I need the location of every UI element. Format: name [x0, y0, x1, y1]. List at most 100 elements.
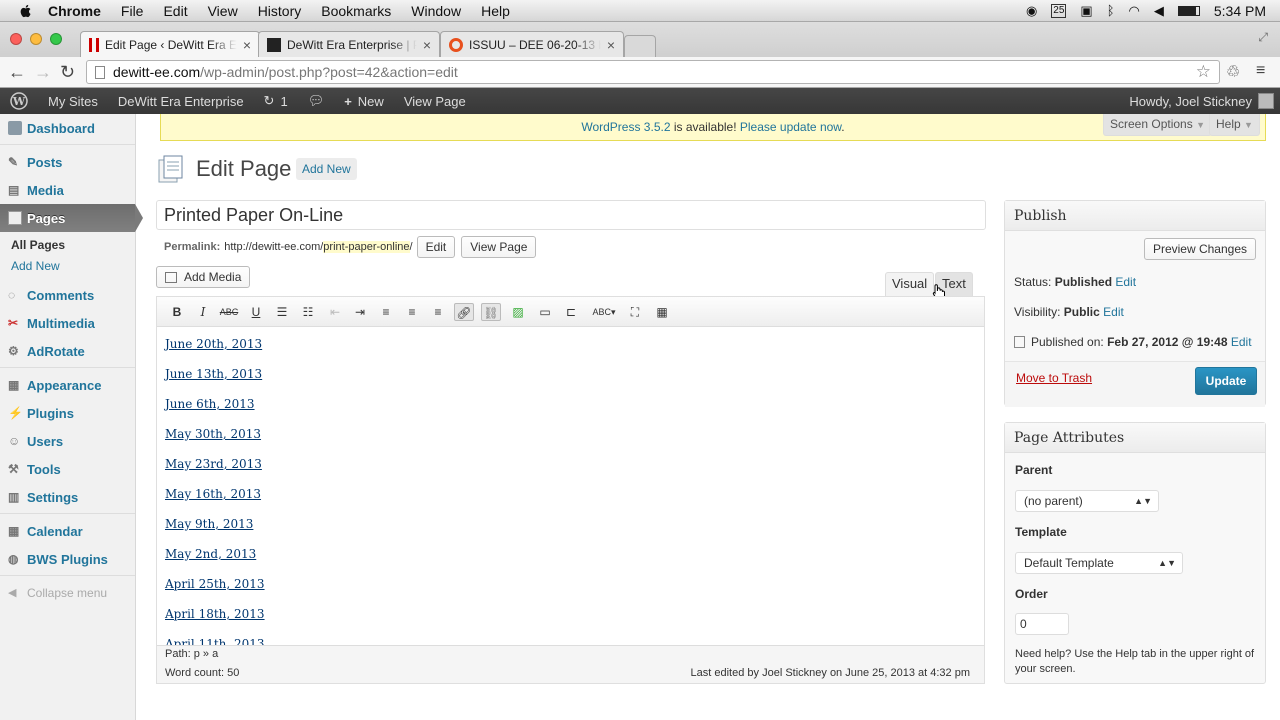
permalink-slug[interactable]: print-paper-online [323, 241, 410, 253]
issue-link[interactable]: June 20th, 2013 [165, 337, 265, 367]
align-left-icon[interactable]: ≡ [376, 303, 396, 321]
menu-bookmarks[interactable]: Bookmarks [321, 3, 391, 19]
unlink-icon[interactable]: ⛓ [481, 303, 501, 321]
issue-link[interactable]: May 9th, 2013 [165, 517, 265, 547]
spellcheck-icon[interactable]: ABC▾ [589, 303, 619, 321]
permalink-edit-button[interactable]: Edit [416, 236, 456, 258]
tab-visual[interactable]: Visual [885, 272, 935, 296]
preview-changes-button[interactable]: Preview Changes [1143, 238, 1256, 260]
bookmark-star-icon[interactable]: ☆ [1196, 62, 1211, 82]
issue-link[interactable]: June 6th, 2013 [165, 397, 265, 427]
chrome-menu-icon[interactable]: ≡ [1256, 62, 1265, 80]
post-title-input[interactable]: Printed Paper On-Line [156, 200, 986, 230]
order-input[interactable]: 0 [1015, 613, 1069, 635]
sidebar-item-media[interactable]: ▤ Media [0, 176, 135, 204]
close-tab-icon[interactable]: × [423, 37, 431, 53]
edit-date-link[interactable]: Edit [1231, 335, 1252, 349]
help-button[interactable]: Help ▼ [1209, 114, 1260, 136]
volume-icon[interactable]: ◀ [1154, 3, 1164, 19]
bullet-list-icon[interactable]: ☰ [272, 303, 292, 321]
image-icon[interactable]: ▨ [508, 303, 528, 321]
insert-link-icon[interactable]: 🔗︎ [454, 303, 474, 321]
updates-link[interactable]: ↻ 1 [254, 88, 298, 114]
sidebar-item-comments[interactable]: ◌ Comments [0, 281, 135, 309]
close-tab-icon[interactable]: × [243, 37, 251, 53]
kitchen-sink-icon[interactable]: ▦ [652, 303, 672, 321]
outdent-icon[interactable]: ⇤ [325, 303, 345, 321]
sidebar-item-adrotate[interactable]: ⚙ AdRotate [0, 337, 135, 365]
address-bar[interactable]: dewitt-ee.com/wp-admin/post.php?post=42&… [86, 60, 1220, 84]
fullscreen-icon[interactable]: ⛶ [625, 303, 645, 321]
browser-tab[interactable]: Edit Page ‹ DeWitt Era Enterprise × [80, 31, 260, 58]
calendar-icon[interactable]: 25 [1051, 3, 1067, 18]
zoom-window-icon[interactable] [50, 33, 62, 45]
sidebar-item-settings[interactable]: ▥ Settings [0, 483, 135, 511]
browser-tab[interactable]: ISSUU – DEE 06-20-13 by DeWitt × [440, 31, 624, 57]
extension-icon[interactable]: ♲ [1226, 62, 1240, 82]
strikethrough-button[interactable]: ABC [219, 303, 239, 321]
wordpress-logo-icon[interactable]: W [0, 88, 38, 114]
italic-button[interactable]: I [193, 303, 213, 321]
update-button[interactable]: Update [1195, 367, 1257, 395]
menu-help[interactable]: Help [481, 3, 510, 19]
sidebar-item-posts[interactable]: ✎ Posts [0, 148, 135, 176]
underline-button[interactable]: U [246, 303, 266, 321]
forward-icon[interactable]: → [34, 62, 52, 83]
site-name-link[interactable]: DeWitt Era Enterprise [108, 88, 254, 114]
screen-options-button[interactable]: Screen Options ▼ [1103, 114, 1212, 136]
sidebar-item-pages[interactable]: Pages [0, 204, 143, 232]
clock[interactable]: 5:34 PM [1214, 3, 1266, 19]
sidebar-item-plugins[interactable]: ⚡ Plugins [0, 399, 135, 427]
parent-select[interactable]: (no parent) ▲▼ [1015, 490, 1159, 512]
issue-link[interactable]: April 18th, 2013 [165, 607, 265, 637]
sidebar-sub-all-pages[interactable]: All Pages [0, 235, 135, 256]
close-window-icon[interactable] [10, 33, 22, 45]
issue-link[interactable]: June 13th, 2013 [165, 367, 265, 397]
comments-icon[interactable]: 💬︎ [298, 88, 335, 114]
issue-link[interactable]: May 16th, 2013 [165, 487, 265, 517]
menu-edit[interactable]: Edit [163, 3, 187, 19]
align-right-icon[interactable]: ≡ [428, 303, 448, 321]
reload-icon[interactable]: ↻ [60, 62, 75, 83]
issue-link[interactable]: April 25th, 2013 [165, 577, 265, 607]
view-page-link[interactable]: View Page [394, 88, 476, 114]
browser-tab[interactable]: DeWitt Era Enterprise | Printed Paper × [258, 31, 440, 57]
apple-icon[interactable] [18, 3, 34, 19]
sidebar-sub-add-new[interactable]: Add New [0, 256, 135, 277]
menu-file[interactable]: File [121, 3, 144, 19]
battery-icon[interactable] [1177, 5, 1200, 16]
fullscreen-icon[interactable]: ⤢ [1258, 30, 1268, 45]
sidebar-item-tools[interactable]: ⚒ Tools [0, 455, 135, 483]
sidebar-item-appearance[interactable]: ▦ Appearance [0, 371, 135, 399]
wordpress-version-link[interactable]: WordPress 3.5.2 [581, 120, 670, 134]
editor-content[interactable]: June 20th, 2013 June 13th, 2013 June 6th… [165, 337, 265, 645]
account-menu[interactable]: Howdy, Joel Stickney [1119, 88, 1280, 114]
add-new-page-button[interactable]: Add New [296, 158, 357, 180]
sidebar-item-multimedia[interactable]: ✂ Multimedia [0, 309, 135, 337]
template-select[interactable]: Default Template ▲▼ [1015, 552, 1183, 574]
menu-window[interactable]: Window [411, 3, 461, 19]
collapse-menu-button[interactable]: ◀ Collapse menu [0, 579, 135, 607]
back-icon[interactable]: ← [8, 62, 26, 83]
add-media-button[interactable]: Add Media [156, 266, 251, 288]
skype-icon[interactable]: ◉ [1026, 3, 1037, 19]
align-center-icon[interactable]: ≡ [402, 303, 422, 321]
indent-icon[interactable]: ⇥ [350, 303, 370, 321]
wifi-icon[interactable]: ◠ [1129, 3, 1140, 19]
menu-view[interactable]: View [208, 3, 238, 19]
issue-link[interactable]: May 30th, 2013 [165, 427, 265, 457]
bold-button[interactable]: B [167, 303, 187, 321]
menu-history[interactable]: History [258, 3, 302, 19]
minimize-window-icon[interactable] [30, 33, 42, 45]
new-content-link[interactable]: + New [334, 88, 394, 114]
issue-link[interactable]: May 23rd, 2013 [165, 457, 265, 487]
view-page-button[interactable]: View Page [461, 236, 537, 258]
close-tab-icon[interactable]: × [607, 37, 615, 53]
edit-visibility-link[interactable]: Edit [1103, 305, 1124, 319]
numbered-list-icon[interactable]: ☷ [298, 303, 318, 321]
sidebar-item-bws-plugins[interactable]: ◍ BWS Plugins [0, 545, 135, 573]
sidebar-item-users[interactable]: ☺ Users [0, 427, 135, 455]
move-to-trash-link[interactable]: Move to Trash [1016, 371, 1092, 385]
new-tab-button[interactable] [624, 35, 656, 57]
more-tag-icon[interactable]: ▭ [535, 303, 555, 321]
